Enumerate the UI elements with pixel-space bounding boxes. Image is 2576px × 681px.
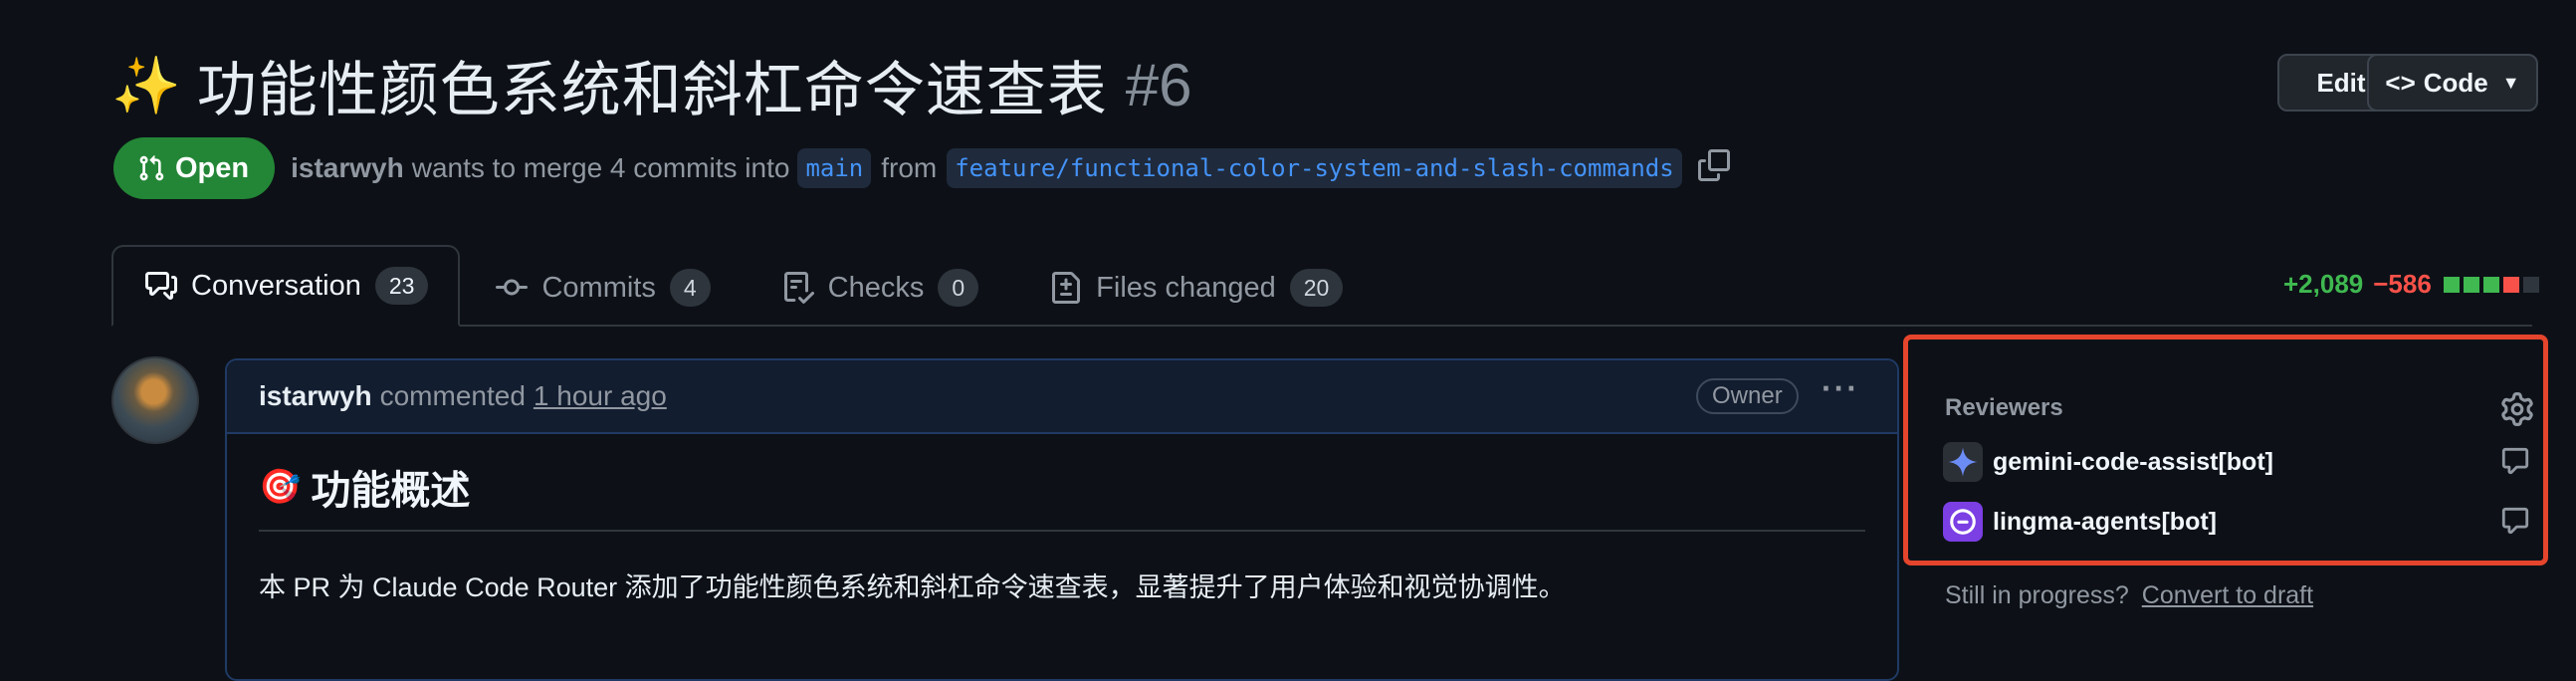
comment-discussion-icon	[145, 272, 177, 300]
diffstat-block	[2522, 276, 2539, 293]
convert-to-draft-link[interactable]: Convert to draft	[2142, 581, 2313, 609]
from-text: from	[881, 152, 938, 183]
tab-label: Conversation	[191, 269, 361, 302]
comment-timestamp[interactable]: 1 hour ago	[534, 380, 667, 412]
status-badge: Open	[113, 137, 276, 199]
code-button[interactable]: <> Code ▼	[2367, 54, 2538, 112]
pr-description-comment: istarwyh commented 1 hour ago Owner ··· …	[225, 358, 1899, 681]
tab-counter: 23	[374, 267, 429, 305]
comment-icon[interactable]	[2500, 506, 2530, 541]
comment-heading: 🎯 功能概述	[259, 458, 1865, 532]
reviewer-row[interactable]: lingma-agents[bot]	[1943, 502, 2217, 542]
reviewer-name: gemini-code-assist[bot]	[1993, 447, 2273, 476]
tab-counter: 0	[938, 269, 979, 307]
reviewers-title[interactable]: Reviewers	[1945, 394, 2063, 422]
tab-counter: 20	[1289, 269, 1344, 307]
checklist-icon	[783, 272, 814, 304]
chevron-down-icon: ▼	[2501, 72, 2520, 93]
owner-badge: Owner	[1696, 378, 1799, 414]
pr-title-row: ✨ 功能性颜色系统和斜杠命令速查表 #6	[111, 42, 1191, 128]
tab-label: Checks	[827, 271, 925, 304]
tab-checks[interactable]: Checks 0	[747, 249, 1015, 327]
tab-commits[interactable]: Commits 4	[460, 249, 746, 327]
pr-status-row: Open istarwyh wants to merge 4 commits i…	[113, 137, 1730, 199]
deletions-count: −586	[2373, 269, 2432, 299]
pull-request-icon	[139, 155, 164, 181]
author-link[interactable]: istarwyh	[291, 152, 404, 184]
diff-stats: +2,089 −586	[2283, 269, 2539, 300]
draft-prompt: Still in progress? Convert to draft	[1945, 581, 2313, 610]
code-button-label: Code	[2423, 67, 2488, 98]
comment-icon[interactable]	[2500, 446, 2530, 481]
comment-verb: commented	[379, 380, 526, 411]
tab-conversation[interactable]: Conversation 23	[111, 245, 461, 327]
commit-icon	[496, 279, 529, 296]
pr-title: 功能性颜色系统和斜杠命令速查表	[196, 57, 1108, 123]
tab-label: Files changed	[1096, 271, 1276, 304]
gemini-sparkle-icon	[1943, 442, 1983, 482]
sparkles-emoji: ✨	[111, 53, 181, 116]
status-badge-label: Open	[175, 151, 250, 184]
tab-label: Commits	[541, 271, 656, 304]
diffstat-block	[2502, 276, 2519, 293]
avatar[interactable]	[111, 356, 199, 444]
code-icon: <>	[2385, 67, 2416, 98]
comment-body: 🎯 功能概述 本 PR 为 Claude Code Router 添加了功能性颜…	[259, 458, 1865, 604]
lingma-icon	[1943, 502, 1983, 542]
diffstat-block	[2443, 276, 2460, 293]
comment-paragraph: 本 PR 为 Claude Code Router 添加了功能性颜色系统和斜杠命…	[259, 572, 1566, 602]
kebab-menu-icon[interactable]: ···	[1822, 370, 1859, 407]
tab-counter: 4	[669, 269, 711, 307]
comment-author[interactable]: istarwyh	[259, 380, 372, 412]
reviewer-row[interactable]: gemini-code-assist[bot]	[1943, 442, 2273, 482]
diffstat-blocks	[2443, 276, 2539, 293]
edit-button-label: Edit	[2316, 67, 2366, 98]
heading-text: 功能概述	[311, 469, 471, 513]
pr-number: #6	[1125, 52, 1192, 118]
base-branch[interactable]: main	[797, 148, 872, 188]
gear-icon[interactable]	[2500, 392, 2534, 431]
head-branch[interactable]: feature/functional-color-system-and-slas…	[947, 148, 1682, 188]
copy-icon[interactable]	[1697, 148, 1730, 188]
reviewer-name: lingma-agents[bot]	[1993, 507, 2217, 536]
merge-text: wants to merge 4 commits into	[411, 152, 790, 183]
pr-tabs: Conversation 23 Commits 4 Checks 0 Files…	[111, 245, 1379, 327]
diffstat-block	[2482, 276, 2499, 293]
diffstat-block	[2463, 276, 2479, 293]
comment-header: istarwyh commented 1 hour ago Owner ···	[227, 360, 1897, 434]
target-emoji: 🎯	[259, 468, 302, 506]
progress-text: Still in progress?	[1945, 581, 2129, 609]
additions-count: +2,089	[2283, 269, 2364, 299]
tab-files-changed[interactable]: Files changed 20	[1014, 249, 1379, 327]
file-diff-icon	[1052, 272, 1081, 304]
